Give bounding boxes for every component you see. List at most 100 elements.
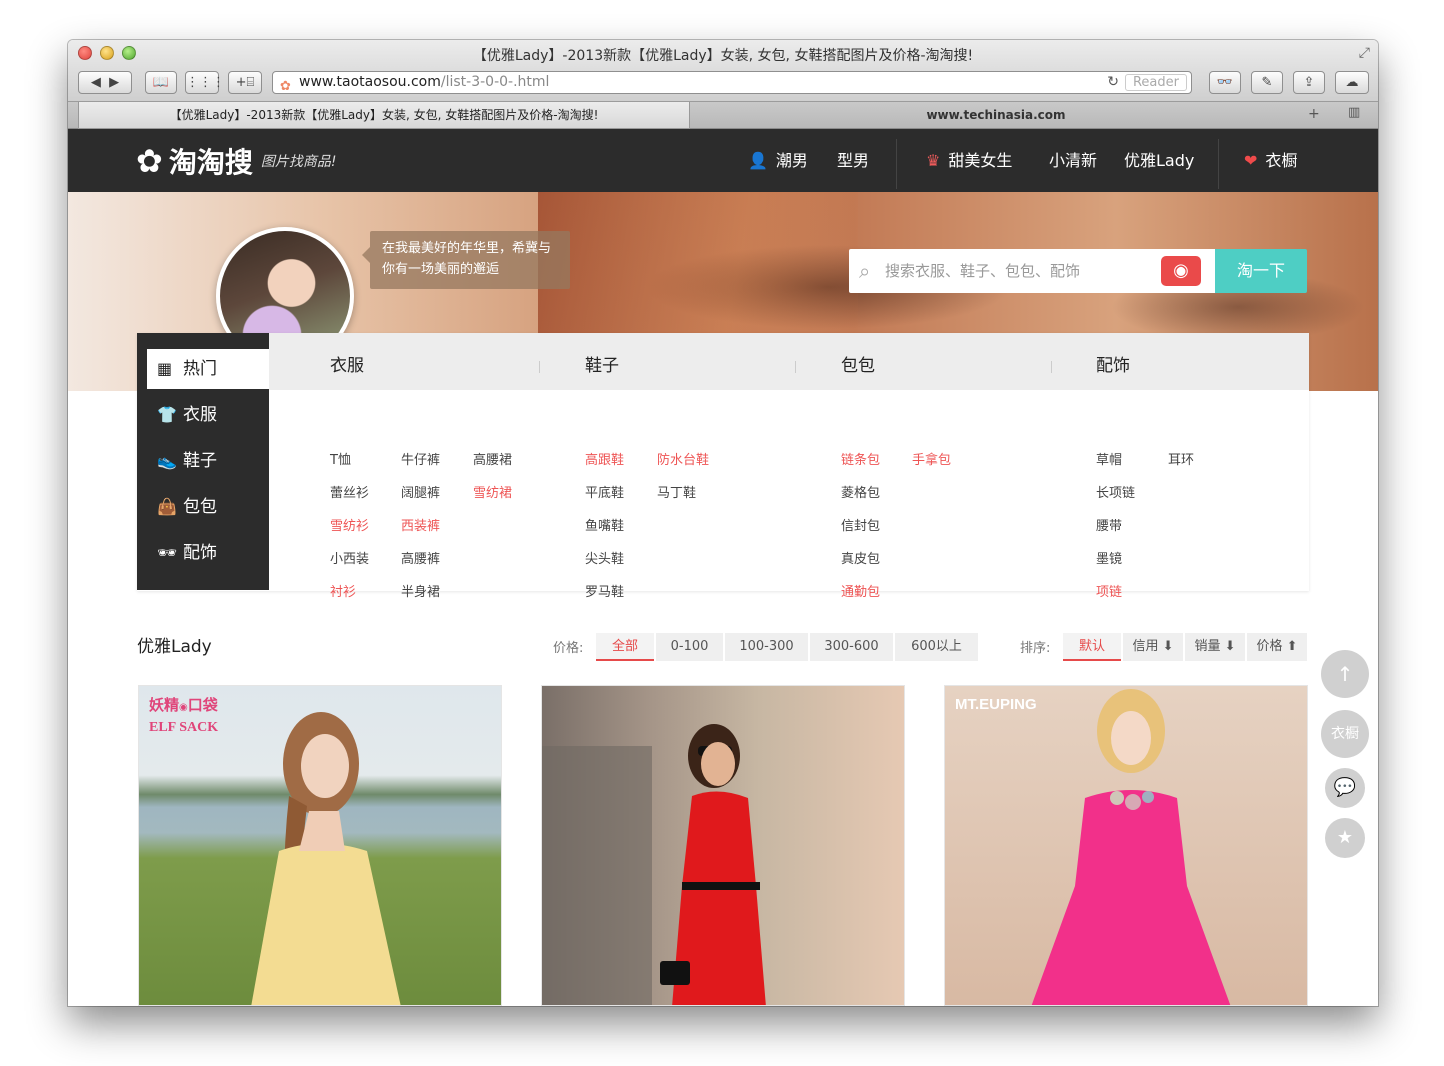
category-title-accessories[interactable]: 配饰 — [1096, 351, 1130, 376]
category-panel: ▦ 热门 👕 衣服 👟 鞋子 👜 包包 🕶 配饰 衣服 鞋子 包包 配饰 T恤 牛仔裤 高… — [137, 333, 1309, 600]
nav-item-xingnan[interactable]: 型男 — [837, 129, 869, 192]
sort-price[interactable]: 价格 ⬆ — [1247, 633, 1307, 661]
forward-icon[interactable]: ▶ — [109, 75, 119, 90]
category-link-hot[interactable]: 项链 — [1096, 581, 1122, 600]
product-card[interactable]: MT.EUPING — [944, 685, 1308, 1006]
sidebar-item-label: 包包 — [183, 497, 217, 517]
back-icon[interactable]: ◀ — [91, 75, 101, 90]
category-link-hot[interactable]: 高跟鞋 — [585, 449, 624, 468]
new-tab-icon[interactable]: + — [1308, 106, 1320, 122]
nav-item-xiaoqingxin[interactable]: 小清新 — [1049, 129, 1097, 192]
extension-icon[interactable]: ✎ — [1251, 71, 1283, 94]
list-title: 优雅Lady — [137, 637, 212, 657]
sort-credit[interactable]: 信用 ⬇ — [1123, 633, 1183, 661]
category-title-bags[interactable]: 包包 — [841, 351, 875, 376]
window-title: 【优雅Lady】-2013新款【优雅Lady】女装, 女包, 女鞋搭配图片及价格… — [472, 48, 974, 64]
product-card[interactable] — [541, 685, 905, 1006]
sidebar-item-hot[interactable]: ▦ 热门 — [147, 349, 269, 389]
arrow-up-icon[interactable]: ↑ — [1321, 650, 1369, 698]
price-filter-300-600[interactable]: 300-600 — [810, 633, 893, 661]
category-link[interactable]: 菱格包 — [841, 482, 880, 501]
fullscreen-icon[interactable]: ⤢ — [1359, 45, 1370, 61]
category-link[interactable]: 鱼嘴鞋 — [585, 515, 624, 534]
nav-item-wardrobe[interactable]: ❤ 衣橱 — [1244, 129, 1297, 192]
wardrobe-icon[interactable]: 衣橱 — [1321, 710, 1369, 758]
sort-label: 排序: — [1020, 641, 1051, 656]
category-link[interactable]: 墨镜 — [1096, 548, 1122, 567]
category-link[interactable]: 腰带 — [1096, 515, 1122, 534]
category-link-hot[interactable]: 衬衫 — [330, 581, 356, 600]
sidebar-item-clothes[interactable]: 👕 衣服 — [147, 395, 269, 435]
share-icon[interactable]: ⇪ — [1293, 71, 1325, 94]
shoe-icon: 👟 — [157, 451, 177, 470]
price-filter-600-plus[interactable]: 600以上 — [895, 633, 978, 661]
category-link[interactable]: 半身裙 — [401, 581, 440, 600]
category-link[interactable]: 耳环 — [1168, 449, 1194, 468]
reading-list-icon[interactable]: 👓 — [1209, 71, 1241, 94]
sort-sales[interactable]: 销量 ⬇ — [1185, 633, 1245, 661]
category-link-hot[interactable]: 雪纺衫 — [330, 515, 369, 534]
icloud-icon[interactable]: ☁ — [1335, 71, 1369, 94]
tab-active[interactable]: 【优雅Lady】-2013新款【优雅Lady】女装, 女包, 女鞋搭配图片及价格… — [78, 102, 690, 129]
column-divider — [795, 361, 796, 373]
category-link[interactable]: 平底鞋 — [585, 482, 624, 501]
site-logo[interactable]: ✿ 淘淘搜 图片找商品! — [136, 141, 336, 181]
sidebar-item-shoes[interactable]: 👟 鞋子 — [147, 441, 269, 481]
category-link[interactable]: 真皮包 — [841, 548, 880, 567]
nav-item-chaonan[interactable]: 👤 潮男 — [748, 129, 808, 192]
category-link-hot[interactable]: 防水台鞋 — [657, 449, 709, 468]
camera-icon[interactable]: ◉ — [1161, 256, 1201, 286]
category-link[interactable]: 罗马鞋 — [585, 581, 624, 600]
category-link[interactable]: 阔腿裤 — [401, 482, 440, 501]
nav-item-tianmei[interactable]: ♛ 甜美女生 — [926, 129, 1012, 192]
category-link[interactable]: 马丁鞋 — [657, 482, 696, 501]
tab-overview-icon[interactable]: ▥ — [1348, 105, 1360, 120]
back-forward-buttons[interactable]: ◀ ▶ — [78, 71, 132, 94]
site-header: ✿ 淘淘搜 图片找商品! 👤 潮男 型男 ♛ 甜美女生 小清新 优雅Lady ❤ 衣橱 — [68, 129, 1378, 192]
nav-divider — [896, 139, 897, 189]
price-filter-0-100[interactable]: 0-100 — [656, 633, 723, 661]
category-link[interactable]: 高腰裤 — [401, 548, 440, 567]
tab-bar: 【优雅Lady】-2013新款【优雅Lady】女装, 女包, 女鞋搭配图片及价格… — [68, 102, 1378, 129]
price-filter-all[interactable]: 全部 — [596, 633, 654, 661]
category-link[interactable]: 蕾丝衫 — [330, 482, 369, 501]
category-link[interactable]: T恤 — [330, 449, 351, 468]
category-link[interactable]: 信封包 — [841, 515, 880, 534]
top-sites-icon[interactable]: ⋮⋮⋮ — [185, 71, 225, 94]
category-link-hot[interactable]: 雪纺裙 — [473, 482, 512, 501]
sidebar-item-accessories[interactable]: 🕶 配饰 — [147, 533, 269, 573]
nav-item-youya-lady[interactable]: 优雅Lady — [1124, 129, 1194, 192]
category-title-clothes[interactable]: 衣服 — [330, 351, 364, 376]
add-bookmark-icon[interactable]: +⌸ — [228, 71, 262, 94]
product-card[interactable]: 妖精◉口袋 ELF SACK — [138, 685, 502, 1006]
category-link[interactable]: 小西装 — [330, 548, 369, 567]
category-link-hot[interactable]: 链条包 — [841, 449, 880, 468]
price-filter-label: 价格: — [553, 641, 584, 656]
product-photo — [1031, 689, 1231, 1005]
tab-techinasia[interactable]: www.techinasia.com — [690, 102, 1302, 129]
address-bar[interactable]: ✿ www.taotaosou.com/list-3-0-0-.html ↻ R… — [272, 71, 1192, 94]
sort-default[interactable]: 默认 — [1063, 633, 1121, 661]
star-icon[interactable]: ★ — [1325, 818, 1365, 858]
category-link[interactable]: 草帽 — [1096, 449, 1122, 468]
category-title-shoes[interactable]: 鞋子 — [585, 351, 619, 376]
reader-button[interactable]: Reader — [1125, 74, 1187, 91]
category-link[interactable]: 牛仔裤 — [401, 449, 440, 468]
category-link-hot[interactable]: 通勤包 — [841, 581, 880, 600]
search-button[interactable]: 淘一下 — [1215, 249, 1307, 293]
category-link[interactable]: 高腰裙 — [473, 449, 512, 468]
category-link-hot[interactable]: 手拿包 — [912, 449, 951, 468]
price-filter-100-300[interactable]: 100-300 — [725, 633, 808, 661]
category-link[interactable]: 长项链 — [1096, 482, 1135, 501]
grid-icon: ▦ — [157, 359, 173, 378]
category-link[interactable]: 尖头鞋 — [585, 548, 624, 567]
chat-icon[interactable]: 💬 — [1325, 768, 1365, 808]
search-input[interactable] — [885, 253, 1153, 289]
glasses-icon: 🕶 — [157, 543, 178, 562]
reload-icon[interactable]: ↻ — [1107, 72, 1119, 93]
favicon-icon: ✿ — [280, 79, 291, 94]
category-link-hot[interactable]: 西装裤 — [401, 515, 440, 534]
bookmarks-icon[interactable]: 📖 — [145, 71, 177, 94]
flower-logo-icon: ✿ — [136, 142, 163, 180]
sidebar-item-bags[interactable]: 👜 包包 — [147, 487, 269, 527]
